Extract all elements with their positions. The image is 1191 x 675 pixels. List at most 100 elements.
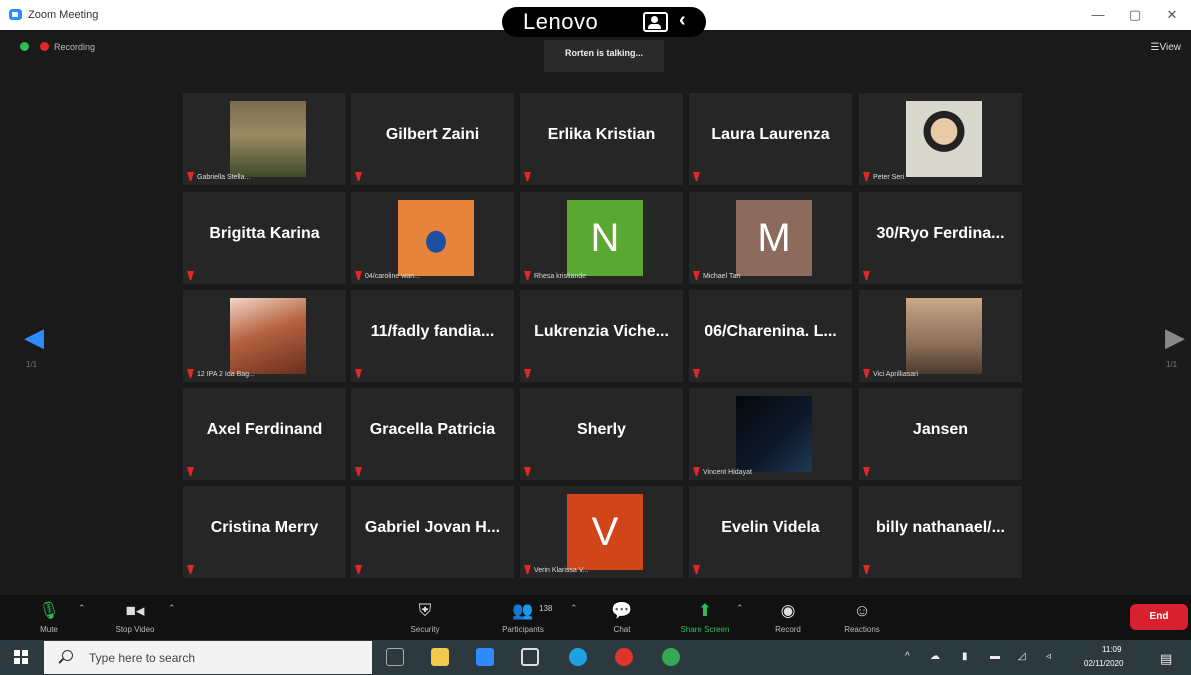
participant-name: Erlika Kristian [547, 126, 656, 143]
participant-tile[interactable]: M Michael Tan [689, 192, 852, 284]
participant-label: Peter Seri [873, 174, 905, 181]
microphone-icon: 🎙 [38, 601, 60, 620]
volume-icon[interactable]: ◃ [1046, 651, 1051, 662]
taskbar-search-input[interactable]: Type here to search [44, 641, 372, 674]
share-screen-icon: ⬆ [697, 601, 713, 620]
participant-tile[interactable]: Vincent Hidayat [689, 388, 852, 480]
participant-tile[interactable]: Lukrenzia Viche... [520, 290, 683, 382]
record-button[interactable]: ◉ Record [753, 595, 823, 640]
windows-start-icon[interactable] [14, 650, 28, 664]
participants-button[interactable]: 👥 Participants [488, 595, 558, 640]
participant-tile[interactable]: N Rhesa kristiande [520, 192, 683, 284]
participant-name: 11/fadly fandia... [370, 323, 495, 340]
participant-avatar: V [567, 494, 643, 570]
participant-tile[interactable]: Gracella Patricia [351, 388, 514, 480]
participant-label: 04/caroline wan... [365, 273, 420, 280]
cloud-icon[interactable]: ☁ [930, 651, 940, 662]
stop-video-button[interactable]: ■◂ Stop Video [100, 595, 170, 640]
participant-tile[interactable]: Axel Ferdinand [183, 388, 346, 480]
mute-label: Mute [40, 625, 58, 634]
chevron-left-icon[interactable]: ‹ [679, 9, 686, 32]
participant-tile[interactable]: Brigitta Karina [183, 192, 346, 284]
participant-tile[interactable]: Evelin Videla [689, 486, 852, 578]
battery-icon[interactable]: ▬ [990, 651, 1000, 662]
participant-name: Axel Ferdinand [206, 421, 323, 438]
search-placeholder: Type here to search [89, 651, 196, 665]
mute-button[interactable]: 🎙 Mute [14, 595, 84, 640]
participant-tile[interactable]: Jansen [859, 388, 1022, 480]
participant-tile[interactable]: 12 IPA 2 Ida Bag... [183, 290, 346, 382]
file-explorer-icon[interactable] [431, 648, 449, 666]
security-label: Security [410, 625, 440, 634]
participant-tile[interactable]: 30/Ryo Ferdina... [859, 192, 1022, 284]
participant-tile[interactable]: Peter Seri [859, 93, 1022, 185]
participant-tile[interactable]: Gabriella Stella... [183, 93, 346, 185]
task-view-icon[interactable] [386, 648, 404, 666]
audio-options-caret-icon[interactable]: ⌃ [78, 603, 86, 614]
office-app-icon[interactable] [615, 648, 633, 666]
chat-bubble-icon: 💬 [611, 601, 633, 620]
network-icon[interactable]: ◿ [1018, 651, 1026, 662]
participant-name: Gracella Patricia [369, 421, 496, 438]
participant-name: Lukrenzia Viche... [534, 323, 669, 340]
participant-tile[interactable]: billy nathanael/... [859, 486, 1022, 578]
muted-microphone-icon [524, 271, 531, 280]
muted-microphone-icon [863, 369, 870, 378]
share-screen-button[interactable]: ⬆ Share Screen [670, 595, 740, 640]
participant-tile[interactable]: 11/fadly fandia... [351, 290, 514, 382]
end-meeting-button[interactable]: End [1130, 604, 1188, 630]
participant-avatar: M [736, 200, 812, 276]
video-options-caret-icon[interactable]: ⌃ [168, 603, 176, 614]
participant-tile[interactable]: Cristina Merry [183, 486, 346, 578]
participant-tile[interactable]: Vici Aprilliasari [859, 290, 1022, 382]
participant-name: Gabriel Jovan H... [364, 519, 501, 536]
minimize-button[interactable]: — [1088, 7, 1108, 22]
participant-name: Laura Laurenza [711, 126, 830, 143]
participant-video [906, 298, 982, 374]
stop-video-label: Stop Video [115, 625, 155, 634]
share-screen-label: Share Screen [680, 625, 730, 634]
security-button[interactable]: ⛨ Security [390, 595, 460, 640]
chrome-browser-icon[interactable] [662, 648, 680, 666]
camera-privacy-icon[interactable] [643, 12, 668, 32]
record-icon: ◉ [780, 601, 796, 620]
participant-tile[interactable]: 06/Charenina. L... [689, 290, 852, 382]
clock-date[interactable]: 02/11/2020 [1084, 659, 1123, 668]
share-options-caret-icon[interactable]: ⌃ [736, 603, 744, 614]
media-player-icon[interactable] [521, 648, 539, 666]
zoom-taskbar-icon[interactable] [476, 648, 494, 666]
close-button[interactable]: ✕ [1162, 7, 1182, 23]
participant-tile[interactable]: Erlika Kristian [520, 93, 683, 185]
participant-video [230, 101, 306, 177]
meeting-toolbar: 🎙 Mute ⌃ ■◂ Stop Video ⌃ ⛨ Security 👥 Pa… [0, 595, 1191, 640]
meeting-area: Recording Rorten is talking... View ◀ 1/… [0, 30, 1191, 595]
participant-tile[interactable]: Laura Laurenza [689, 93, 852, 185]
participant-tile[interactable]: 04/caroline wan... [351, 192, 514, 284]
muted-microphone-icon [693, 467, 700, 476]
participant-tile[interactable]: Sherly [520, 388, 683, 480]
shield-icon: ⛨ [418, 601, 432, 620]
participant-label: Rhesa kristiande [534, 273, 587, 280]
participant-tile[interactable]: Gilbert Zaini [351, 93, 514, 185]
lenovo-camera-overlay[interactable]: Lenovo ‹ [502, 7, 706, 37]
edge-browser-icon[interactable] [569, 648, 587, 666]
show-hidden-icons-icon[interactable]: ^ [905, 651, 910, 662]
muted-microphone-icon [524, 565, 531, 574]
participant-count: 138 [539, 604, 553, 613]
usb-icon[interactable]: ▮ [962, 651, 968, 662]
participant-video [398, 200, 474, 276]
notifications-icon[interactable]: ▤ [1160, 651, 1172, 667]
video-camera-icon: ■◂ [125, 601, 145, 620]
participant-label: Verin Klarissa V... [534, 567, 589, 574]
participants-icon: 👥 [512, 601, 534, 620]
maximize-button[interactable]: ▢ [1125, 7, 1145, 23]
chat-button[interactable]: 💬 Chat [587, 595, 657, 640]
search-icon [62, 650, 73, 661]
participant-tile[interactable]: V Verin Klarissa V... [520, 486, 683, 578]
participant-tile[interactable]: Gabriel Jovan H... [351, 486, 514, 578]
participant-avatar: N [567, 200, 643, 276]
participants-caret-icon[interactable]: ⌃ [570, 603, 578, 614]
reactions-button[interactable]: ☺ Reactions [827, 595, 897, 640]
clock-time[interactable]: 11:09 [1102, 645, 1121, 654]
reactions-label: Reactions [844, 625, 880, 634]
